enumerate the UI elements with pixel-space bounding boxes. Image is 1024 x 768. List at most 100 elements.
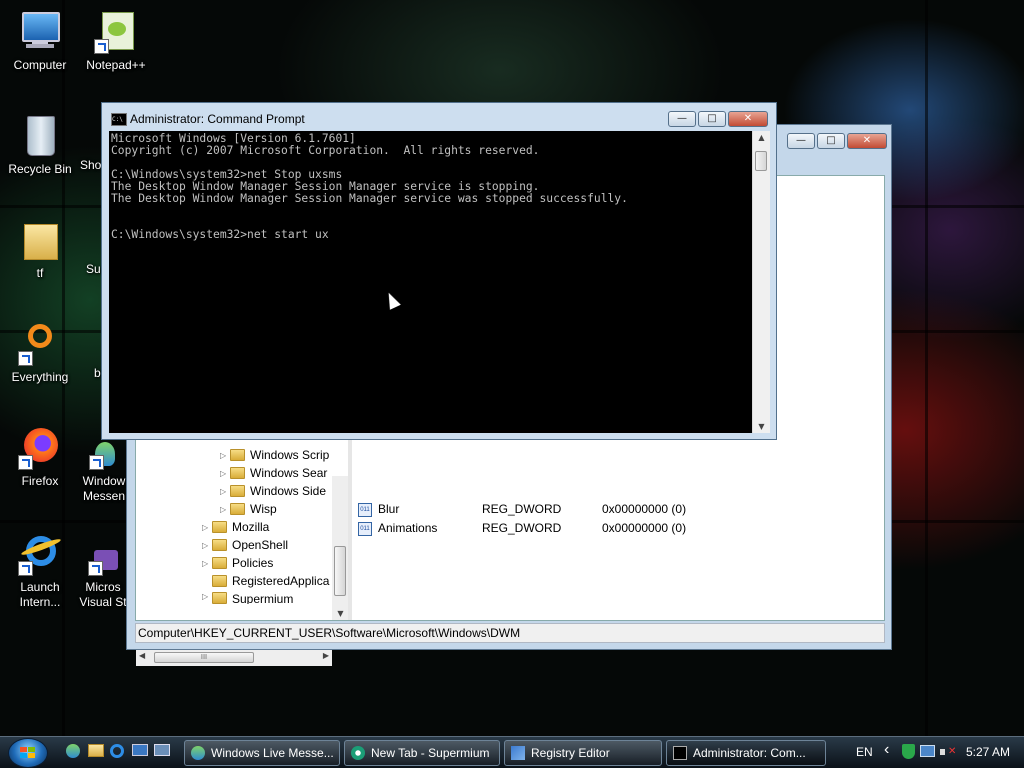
scroll-left-arrow-icon[interactable]: ◀ bbox=[139, 651, 145, 660]
taskbar-button-command-prompt[interactable]: Administrator: Com... bbox=[666, 740, 826, 766]
messenger-icon bbox=[191, 746, 205, 760]
folder-icon bbox=[212, 575, 227, 587]
tree-item[interactable]: ▷ Policies bbox=[202, 556, 273, 570]
quick-launch-show-desktop-icon[interactable] bbox=[132, 744, 148, 760]
close-button[interactable]: ✕ bbox=[847, 133, 887, 149]
registry-editor-icon bbox=[511, 746, 525, 760]
tree-item[interactable]: ▷ Wisp bbox=[220, 502, 277, 516]
value-data: 0x00000000 (0) bbox=[602, 521, 687, 535]
desktop-icon-label: b bbox=[94, 366, 101, 380]
desktop-icon-firefox[interactable]: Firefox bbox=[0, 426, 80, 489]
desktop-icon-b-partial[interactable]: b bbox=[64, 322, 104, 381]
tree-item[interactable]: ▷ Windows Scrip bbox=[220, 448, 329, 462]
desktop-icon-su-partial[interactable]: Su bbox=[64, 218, 104, 277]
command-prompt-window[interactable]: C:\ Administrator: Command Prompt — □ ✕ … bbox=[101, 102, 777, 440]
close-icon: ✕ bbox=[743, 113, 753, 124]
tree-horizontal-scrollbar[interactable]: ◀ III ▶ bbox=[136, 650, 332, 666]
command-prompt-icon[interactable]: C:\ bbox=[111, 113, 127, 126]
tree-item-label: Policies bbox=[232, 556, 274, 570]
taskbar-button-registry-editor[interactable]: Registry Editor bbox=[504, 740, 662, 766]
expand-arrow-icon[interactable]: ▷ bbox=[202, 523, 212, 532]
expand-arrow-icon[interactable]: ▷ bbox=[220, 487, 230, 496]
start-button[interactable] bbox=[8, 738, 48, 768]
desktop-icon-computer[interactable]: Computer bbox=[0, 10, 80, 73]
close-button[interactable]: ✕ bbox=[728, 111, 768, 127]
internet-explorer-icon bbox=[18, 532, 62, 576]
folder-icon bbox=[212, 521, 227, 533]
desktop-icon-notepad-plus-plus[interactable]: Notepad++ bbox=[76, 10, 156, 73]
value-data: 0x00000000 (0) bbox=[602, 502, 687, 516]
expand-arrow-icon[interactable]: ▷ bbox=[202, 592, 212, 601]
tree-item[interactable]: ▷ Supermium bbox=[202, 592, 293, 604]
desktop-icon-windows-live-messenger[interactable]: Window Messen bbox=[76, 440, 132, 504]
language-indicator[interactable]: EN bbox=[856, 745, 873, 759]
value-row[interactable]: 011 Blur REG_DWORD 0x00000000 (0) bbox=[358, 502, 686, 517]
security-shield-icon[interactable] bbox=[902, 744, 915, 759]
maximize-button[interactable]: □ bbox=[698, 111, 726, 127]
command-prompt-icon bbox=[673, 746, 687, 760]
window-title: Administrator: Command Prompt bbox=[130, 112, 305, 126]
quick-launch-explorer-icon[interactable] bbox=[88, 744, 104, 760]
value-type: REG_DWORD bbox=[482, 502, 562, 516]
scroll-thumb[interactable] bbox=[755, 151, 767, 171]
minimize-button[interactable]: — bbox=[668, 111, 696, 127]
console-vertical-scrollbar[interactable]: ▲ ▼ bbox=[752, 131, 770, 433]
notepad-plus-plus-icon bbox=[94, 10, 138, 54]
folder-icon bbox=[230, 485, 245, 497]
taskbar-button-label: Administrator: Com... bbox=[693, 746, 806, 760]
desktop-icon-visual-studio[interactable]: Micros Visual St bbox=[78, 546, 128, 610]
wallpaper-grid bbox=[925, 0, 928, 736]
status-bar-path: Computer\HKEY_CURRENT_USER\Software\Micr… bbox=[135, 623, 885, 643]
scroll-down-arrow-icon[interactable]: ▼ bbox=[332, 609, 349, 618]
tree-item[interactable]: ▷ OpenShell bbox=[202, 538, 288, 552]
value-name: Blur bbox=[378, 502, 400, 516]
desktop-icon-label: Notepad++ bbox=[86, 58, 146, 72]
quick-launch-switch-windows-icon[interactable] bbox=[154, 744, 170, 760]
expand-arrow-icon[interactable]: ▷ bbox=[220, 469, 230, 478]
close-icon: ✕ bbox=[862, 135, 872, 146]
tree-vertical-scrollbar[interactable]: ▼ bbox=[332, 476, 348, 620]
expand-arrow-icon[interactable]: ▷ bbox=[220, 505, 230, 514]
show-hidden-icons-chevron-icon[interactable]: ‹ bbox=[884, 741, 889, 759]
value-name: Animations bbox=[378, 521, 438, 535]
console-text: Microsoft Windows [Version 6.1.7601] Cop… bbox=[111, 132, 628, 241]
taskbar-button-windows-live-messenger[interactable]: Windows Live Messe... bbox=[184, 740, 340, 766]
desktop-icon-shortcut-partial[interactable]: Sho bbox=[64, 114, 104, 173]
desktop-icon-label: Sho bbox=[80, 158, 102, 172]
desktop-icon-label: Launch Intern... bbox=[19, 580, 61, 609]
expand-arrow-icon[interactable]: ▷ bbox=[220, 451, 230, 460]
value-row[interactable]: 011 Animations REG_DWORD 0x00000000 (0) bbox=[358, 521, 686, 536]
tree-item[interactable]: ▷ Windows Side bbox=[220, 484, 326, 498]
tree-item[interactable]: ▷ Windows Sear bbox=[220, 466, 327, 480]
network-icon[interactable] bbox=[920, 745, 935, 757]
scroll-down-arrow-icon[interactable]: ▼ bbox=[753, 422, 770, 431]
taskbar-button-label: Registry Editor bbox=[531, 746, 610, 760]
windows-logo-icon bbox=[20, 747, 36, 759]
volume-muted-icon[interactable]: ✕ bbox=[940, 745, 956, 759]
quick-launch-internet-explorer-icon[interactable] bbox=[110, 744, 126, 760]
expand-arrow-icon[interactable]: ▷ bbox=[202, 559, 212, 568]
folder-icon bbox=[212, 557, 227, 569]
firefox-icon bbox=[18, 426, 62, 470]
tree-item-label: Wisp bbox=[250, 502, 277, 516]
window-controls: — □ ✕ bbox=[787, 133, 887, 149]
scroll-right-arrow-icon[interactable]: ▶ bbox=[323, 651, 329, 660]
clock[interactable]: 5:27 AM bbox=[966, 745, 1010, 759]
tree-item[interactable]: ▷ Mozilla bbox=[202, 520, 269, 534]
tree-item[interactable]: RegisteredApplica bbox=[202, 574, 329, 588]
quick-launch-messenger-icon[interactable] bbox=[66, 744, 82, 760]
window-controls: — □ ✕ bbox=[668, 111, 768, 127]
scroll-up-arrow-icon[interactable]: ▲ bbox=[753, 133, 770, 142]
visual-studio-icon bbox=[88, 546, 118, 576]
desktop-icon-internet-explorer[interactable]: Launch Intern... bbox=[0, 532, 80, 610]
folder-icon bbox=[230, 449, 245, 461]
console-output[interactable]: Microsoft Windows [Version 6.1.7601] Cop… bbox=[109, 131, 752, 433]
taskbar-button-supermium[interactable]: New Tab - Supermium bbox=[344, 740, 500, 766]
everything-search-icon bbox=[18, 322, 62, 366]
desktop-icon-label: Window Messen bbox=[82, 474, 126, 503]
maximize-button[interactable]: □ bbox=[817, 133, 845, 149]
scroll-thumb[interactable]: III bbox=[154, 652, 254, 663]
minimize-button[interactable]: — bbox=[787, 133, 815, 149]
expand-arrow-icon[interactable]: ▷ bbox=[202, 541, 212, 550]
tree-item-label: Windows Scrip bbox=[250, 448, 330, 462]
